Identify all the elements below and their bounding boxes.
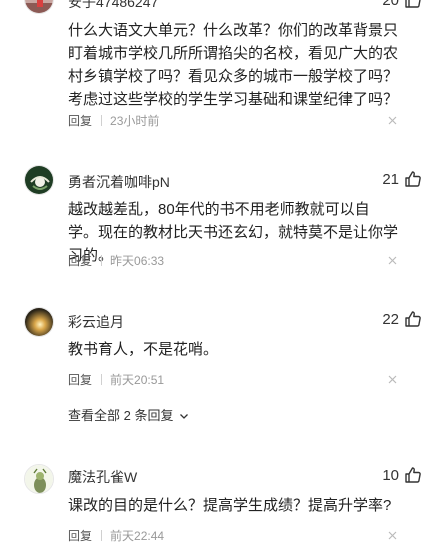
close-icon[interactable] bbox=[388, 531, 397, 540]
chevron-down-icon bbox=[180, 414, 189, 419]
reply-button[interactable]: 回复 bbox=[68, 114, 92, 128]
comment-text: 什么大语文大单元？什么改革？你们的改革背景只盯着城市学校几所所谓掐尖的名校，看见… bbox=[68, 22, 399, 108]
comment-time: 前天22:44 bbox=[110, 529, 165, 543]
close-icon[interactable] bbox=[388, 256, 397, 265]
thumbs-up-icon[interactable] bbox=[404, 170, 422, 188]
username[interactable]: 勇者沉着咖啡pN bbox=[68, 172, 170, 192]
close-icon[interactable] bbox=[388, 116, 397, 125]
thumbs-up-icon[interactable] bbox=[404, 466, 422, 484]
username[interactable]: 彩云追月 bbox=[68, 312, 124, 332]
meta-separator bbox=[101, 115, 103, 126]
thumbs-up-icon[interactable] bbox=[404, 310, 422, 328]
avatar[interactable] bbox=[24, 165, 54, 195]
username[interactable]: 安子47486247 bbox=[68, 0, 158, 12]
meta-separator bbox=[101, 530, 103, 541]
reply-button[interactable]: 回复 bbox=[68, 529, 92, 543]
view-all-replies-button[interactable]: 查看全部 2 条回复 bbox=[68, 405, 189, 424]
comment-meta: 回复 昨天06:33 bbox=[68, 252, 164, 269]
meta-separator bbox=[101, 255, 103, 266]
comment-time: 前天20:51 bbox=[110, 373, 165, 387]
comment-time: 昨天06:33 bbox=[110, 254, 165, 268]
close-icon[interactable] bbox=[388, 375, 397, 384]
username[interactable]: 魔法孔雀W bbox=[68, 467, 137, 487]
like-count: 22 bbox=[382, 311, 399, 328]
comment-meta: 回复 23小时前 bbox=[68, 112, 159, 129]
meta-separator bbox=[101, 374, 103, 385]
avatar[interactable] bbox=[24, 307, 54, 337]
comment-text: 课改的目的是什么？提高学生成绩？提高升学率? bbox=[68, 497, 392, 514]
like-count: 20 bbox=[382, 0, 399, 9]
like-count: 21 bbox=[382, 171, 399, 188]
reply-button[interactable]: 回复 bbox=[68, 254, 92, 268]
avatar[interactable] bbox=[24, 464, 54, 494]
comment-meta: 回复 前天22:44 bbox=[68, 527, 164, 544]
comment-time: 23小时前 bbox=[110, 114, 160, 128]
view-all-replies-label: 查看全部 2 条回复 bbox=[68, 408, 174, 423]
comment-meta: 回复 前天20:51 bbox=[68, 371, 164, 388]
comment-text: 教书育人，不是花哨。 bbox=[68, 341, 219, 358]
reply-button[interactable]: 回复 bbox=[68, 373, 92, 387]
like-count: 10 bbox=[382, 467, 399, 484]
avatar[interactable] bbox=[24, 0, 54, 14]
thumbs-up-icon[interactable] bbox=[404, 0, 422, 9]
